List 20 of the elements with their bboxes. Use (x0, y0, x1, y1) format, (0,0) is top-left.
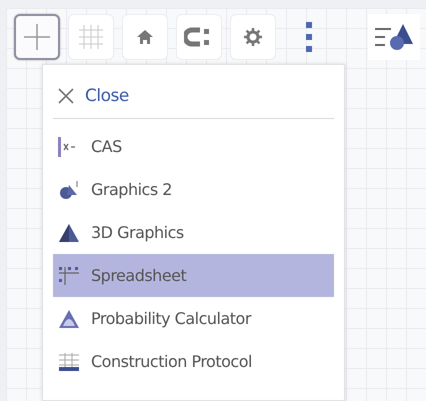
home-icon (136, 28, 154, 46)
close-button[interactable]: Close (53, 73, 334, 119)
algebra-icon (373, 22, 415, 52)
toolbar-button[interactable] (14, 14, 60, 60)
grid-icon (76, 22, 106, 52)
menu-item[interactable]: Spreadsheet (53, 254, 334, 297)
axes-icon (22, 22, 52, 52)
spreadsheet-icon (57, 264, 81, 286)
probability-icon (57, 308, 81, 330)
menu-item[interactable]: 3D Graphics (53, 211, 334, 254)
kebab-icon (306, 22, 312, 52)
pyramid-icon (57, 222, 81, 244)
table-icon (57, 350, 81, 372)
menu-item[interactable]: Graphics 2 (53, 168, 334, 211)
close-icon (57, 86, 75, 104)
menu-item[interactable]: Probability Calculator (53, 297, 334, 340)
menu-item[interactable]: Construction Protocol (53, 340, 334, 383)
gear-icon (243, 27, 263, 47)
menu-item[interactable]: CAS (53, 125, 334, 168)
algebra-button[interactable] (368, 14, 420, 60)
